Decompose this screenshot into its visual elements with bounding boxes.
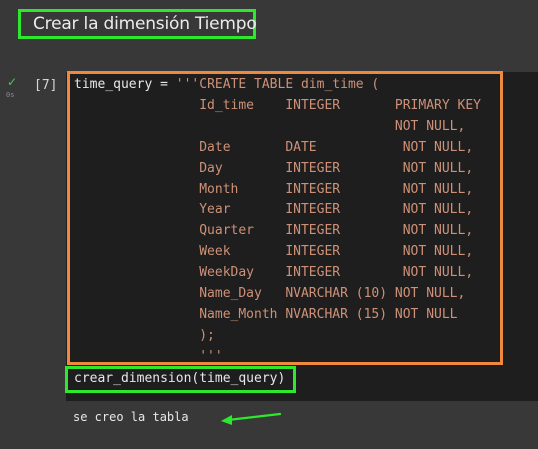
execution-time: 0s	[6, 91, 15, 99]
code-line: WeekDay INTEGER NOT NULL,	[74, 265, 474, 281]
code-assign: =	[152, 77, 176, 92]
code-block[interactable]: time_query = '''CREATE TABLE dim_time ( …	[74, 75, 481, 368]
code-variable: time_query	[74, 77, 153, 92]
code-line: Quarter INTEGER NOT NULL,	[74, 223, 474, 239]
code-line: );	[74, 327, 215, 343]
code-line: '''	[74, 348, 223, 364]
code-line: Date DATE NOT NULL,	[74, 139, 474, 155]
code-line: Name_Day NVARCHAR (10) NOT NULL,	[74, 286, 466, 302]
check-icon: ✓	[7, 75, 18, 89]
code-line: Year INTEGER NOT NULL,	[74, 202, 474, 218]
code-line: '''CREATE TABLE dim_time (	[175, 77, 380, 92]
markdown-heading-cell[interactable]: Crear la dimensión Tiempo	[18, 9, 257, 39]
arrow-annotation-icon	[221, 412, 282, 425]
code-line: Day INTEGER NOT NULL,	[74, 160, 474, 176]
cell-output: se creo la tabla	[73, 410, 189, 424]
code-line: Id_time INTEGER PRIMARY KEY	[74, 97, 481, 113]
code-line: NOT NULL,	[74, 118, 466, 134]
execution-count: [7]	[34, 78, 58, 93]
code-line: Name_Month NVARCHAR (15) NOT NULL	[74, 306, 458, 322]
code-line: Month INTEGER NOT NULL,	[74, 181, 474, 197]
code-line: Week INTEGER NOT NULL,	[74, 244, 474, 260]
heading-text: Crear la dimensión Tiempo	[33, 14, 257, 34]
function-call-line[interactable]: crear_dimension(time_query)	[74, 371, 285, 386]
